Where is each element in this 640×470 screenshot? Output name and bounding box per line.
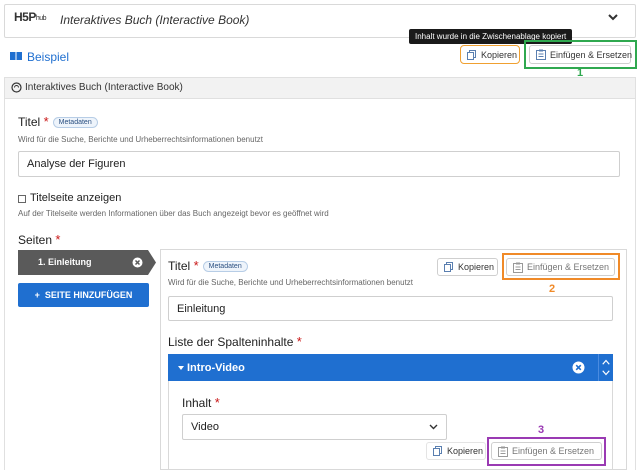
cover-page-description: Auf der Titelseite werden Informationen …	[18, 209, 329, 218]
chapter-title-label: Titel * Metadaten	[168, 258, 248, 273]
cover-page-label[interactable]: Titelseite anzeigen	[30, 192, 121, 204]
interactive-book-icon	[11, 82, 22, 93]
chapter-metadata-button[interactable]: Metadaten	[202, 261, 248, 272]
title-field-description: Wird für die Suche, Berichte und Urheber…	[18, 135, 264, 144]
copy-icon	[467, 49, 476, 60]
annotation-box-3	[487, 437, 606, 466]
copy-button-content[interactable]: Kopieren	[426, 442, 486, 460]
example-link[interactable]: Beispiel	[27, 50, 69, 64]
content-item-title[interactable]: Intro-Video	[187, 362, 245, 374]
h5p-hub-logo: H5Phub	[14, 10, 47, 24]
remove-item-icon[interactable]	[572, 361, 585, 374]
content-list-label: Liste der Spalteninhalte *	[168, 334, 302, 349]
sort-arrows-icon[interactable]	[598, 354, 613, 381]
chevron-down-icon	[429, 424, 438, 430]
content-type-title: Interaktives Buch (Interactive Book)	[60, 13, 250, 27]
chapter-tab-label[interactable]: 1. Einleitung	[38, 257, 92, 267]
chapter-title-description: Wird für die Suche, Berichte und Urheber…	[168, 278, 414, 287]
annotation-number-3: 3	[538, 424, 545, 436]
caret-down-icon[interactable]	[178, 366, 184, 370]
annotation-number-2: 2	[549, 283, 556, 295]
title-input[interactable]: Analyse der Figuren	[18, 151, 620, 177]
copy-icon	[433, 446, 442, 456]
book-icon	[10, 52, 22, 60]
remove-chapter-icon[interactable]	[132, 257, 143, 268]
copy-icon	[444, 262, 453, 272]
chapter-title-input[interactable]: Einleitung	[168, 296, 613, 321]
annotation-box-2	[502, 253, 620, 280]
content-label: Inhalt *	[182, 395, 220, 410]
content-type-select[interactable]: Video	[182, 414, 447, 440]
pages-label: Seiten *	[18, 232, 61, 247]
chevron-down-icon[interactable]	[606, 10, 620, 24]
cover-page-checkbox[interactable]	[18, 195, 26, 203]
metadata-button[interactable]: Metadaten	[52, 117, 98, 128]
copy-button-chapter[interactable]: Kopieren	[437, 258, 498, 276]
section-title: Interaktives Buch (Interactive Book)	[25, 82, 183, 93]
plus-icon: +	[34, 290, 40, 300]
title-field-label: Titel * Metadaten	[18, 114, 98, 129]
add-page-button[interactable]: + SEITE HINZUFÜGEN	[18, 283, 149, 307]
annotation-box-1	[524, 40, 637, 69]
copy-button-main[interactable]: Kopieren	[460, 45, 520, 64]
